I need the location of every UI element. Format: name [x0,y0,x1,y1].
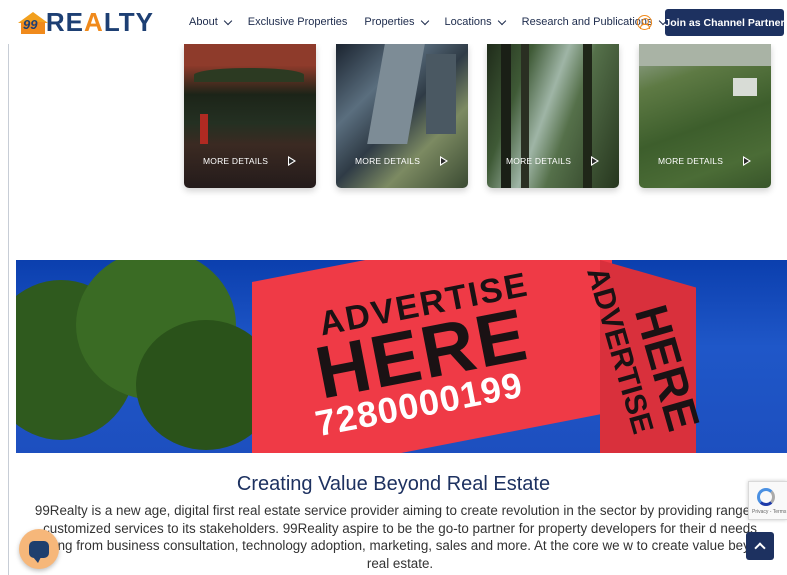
chat-button[interactable] [19,529,59,569]
more-details-link[interactable]: MORE DETAILS [336,154,468,168]
nav-exclusive-properties-label: Exclusive Properties [247,16,348,28]
about-description: 99Realty is a new age, digital first rea… [27,503,773,571]
nav-locations-label: Locations [444,16,492,28]
chat-bubble-icon [29,540,49,563]
recaptcha-links[interactable]: Privacy - Terms [752,509,786,515]
logo-wordmark: RE A LTY [46,7,154,38]
nav-properties-label: Properties [364,16,415,28]
chevron-down-icon [420,16,429,25]
join-channel-partner-button[interactable]: Join as Channel Partner [664,9,785,36]
property-card[interactable]: MORE DETAILS [639,44,771,188]
advertise-banner[interactable]: ADVERTISE HERE 7280000199 ADVERTISE HERE [16,260,787,453]
play-icon [440,156,448,166]
more-details-link[interactable]: MORE DETAILS [639,154,771,168]
property-card[interactable]: MORE DETAILS [336,44,468,188]
chevron-down-icon [223,16,232,25]
user-account-icon[interactable] [637,15,652,30]
more-details-label: MORE DETAILS [506,156,572,166]
play-icon [743,156,751,166]
property-card[interactable]: MORE DETAILS [184,44,316,188]
recaptcha-badge[interactable]: Privacy - Terms [748,481,787,520]
more-details-link[interactable]: MORE DETAILS [184,154,316,168]
about-heading: Creating Value Beyond Real Estate [236,473,551,495]
play-icon [591,156,599,166]
logo-text-end: LTY [103,6,154,37]
nav-about[interactable]: About [189,16,232,28]
scroll-to-top-button[interactable] [746,532,774,560]
site-logo[interactable]: 99 RE A LTY [18,5,154,39]
chevron-up-icon [754,542,766,554]
more-details-link[interactable]: MORE DETAILS [487,154,619,168]
nav-research-publications-label: Research and Publications [521,16,653,28]
recaptcha-icon [757,488,775,506]
logo-house-icon: 99 [18,10,48,34]
main-nav: About Exclusive Properties Properties Lo… [189,0,667,44]
nav-locations[interactable]: Locations [444,16,506,28]
nav-about-label: About [189,16,218,28]
more-details-label: MORE DETAILS [203,156,269,166]
property-card[interactable]: MORE DETAILS [487,44,619,188]
logo-text-start: RE [45,6,85,37]
nav-properties[interactable]: Properties [364,16,429,28]
logo-text-accent: A [84,6,104,37]
more-details-label: MORE DETAILS [355,156,421,166]
site-header: 99 RE A LTY About Exclusive Properties Pro… [0,0,787,44]
more-details-label: MORE DETAILS [658,156,724,166]
nav-exclusive-properties[interactable]: Exclusive Properties [248,16,348,28]
logo-badge-number: 99 [23,17,38,32]
chevron-down-icon [497,16,506,25]
play-icon [288,156,296,166]
